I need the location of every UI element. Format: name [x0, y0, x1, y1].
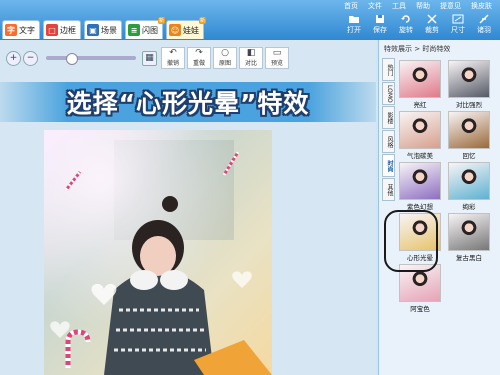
preview-label: 预览 — [270, 60, 283, 67]
save-button[interactable]: 保存 — [370, 14, 390, 35]
resize-icon — [452, 14, 464, 24]
tab-text[interactable]: 字 文字 — [2, 20, 40, 39]
tab-doll[interactable]: ☺ 娃娃 新 — [166, 17, 206, 39]
tab-hot[interactable]: 热门 — [382, 58, 395, 81]
instruction-banner: 选择“心形光晕”特效 — [0, 82, 376, 122]
main-toolbar: 打开 保存 旋转 裁剪 尺寸 诸羽 — [344, 14, 494, 35]
scene-tab-icon: ▣ — [87, 24, 99, 36]
effect-label: 阿宝色 — [410, 305, 430, 313]
tab-frame[interactable]: □ 边框 — [43, 20, 81, 39]
effects-grid: 亮红 对比强烈 气泡碳美 回忆 紫色幻想 绚彩 心形光晕 复古黑白 阿宝色 — [398, 60, 494, 313]
text-tab-icon: 字 — [5, 24, 17, 36]
compare-icon: ◧ — [246, 48, 256, 58]
open-folder-icon — [349, 16, 359, 23]
feather-button[interactable]: 诸羽 — [474, 14, 494, 35]
rotate-label: 旋转 — [399, 26, 413, 34]
effect-label: 绚彩 — [462, 203, 476, 211]
menu-home[interactable]: 首页 — [344, 1, 358, 11]
zoom-out-button[interactable]: − — [23, 50, 38, 66]
new-badge: 新 — [198, 17, 206, 24]
effect-thumbnail — [399, 111, 441, 149]
tab-flash-label: 闪图 — [142, 25, 158, 35]
effect-high-contrast[interactable]: 对比强烈 — [447, 60, 491, 109]
effect-purple-fantasy[interactable]: 紫色幻想 — [398, 162, 442, 211]
rotate-icon — [401, 15, 410, 23]
tab-text-label: 文字 — [19, 25, 35, 35]
doll-tab-icon: ☺ — [169, 24, 181, 36]
open-label: 打开 — [347, 26, 361, 34]
effect-thumbnail — [399, 162, 441, 200]
flash-tab-icon: ≡ — [128, 24, 140, 36]
tab-doll-label: 娃娃 — [183, 25, 199, 35]
crop-icon — [427, 14, 437, 24]
effect-bubble[interactable]: 气泡碳美 — [398, 111, 442, 160]
original-button[interactable]: ○ 原图 — [213, 47, 237, 69]
effect-thumbnail — [448, 111, 490, 149]
feather-icon — [479, 14, 489, 24]
effect-label: 回忆 — [462, 152, 476, 160]
redo-button[interactable]: ↷ 重做 — [187, 47, 211, 69]
menu-skin[interactable]: 换皮肤 — [471, 1, 492, 11]
tab-scene[interactable]: ▣ 场景 — [84, 20, 122, 39]
tab-other[interactable]: 其他 — [382, 178, 395, 201]
menu-tools[interactable]: 工具 — [392, 1, 406, 11]
compare-button[interactable]: ◧ 对比 — [239, 47, 263, 69]
menu-feedback[interactable]: 提意见 — [440, 1, 461, 11]
tab-studio[interactable]: 影楼 — [382, 106, 395, 129]
undo-label: 撤销 — [166, 60, 179, 67]
open-button[interactable]: 打开 — [344, 14, 364, 35]
new-badge: 新 — [157, 17, 165, 24]
original-label: 原图 — [218, 60, 231, 67]
resize-label: 尺寸 — [451, 26, 465, 34]
original-icon: ○ — [221, 48, 229, 58]
menu-help[interactable]: 帮助 — [416, 1, 430, 11]
selection-highlight — [384, 210, 438, 272]
edit-toolbar: + − ▦ ↶ 撤销 ↷ 重做 ○ 原图 ◧ 对比 ▭ 预览 — [6, 46, 372, 70]
preview-button[interactable]: ▭ 预览 — [265, 47, 289, 69]
effect-label: 气泡碳美 — [407, 152, 433, 160]
feature-tabs: 字 文字 □ 边框 ▣ 场景 ≡ 闪图 新 ☺ 娃娃 新 — [2, 17, 206, 39]
resize-button[interactable]: 尺寸 — [448, 14, 468, 35]
effect-thumbnail — [448, 60, 490, 98]
crop-button[interactable]: 裁剪 — [422, 14, 442, 35]
zoom-slider[interactable] — [46, 53, 136, 65]
undo-button[interactable]: ↶ 撤销 — [161, 47, 185, 69]
zoom-in-button[interactable]: + — [6, 50, 21, 66]
zoom-slider-knob[interactable] — [66, 53, 78, 65]
effect-label: 对比强烈 — [456, 101, 482, 109]
effect-thumbnail — [399, 60, 441, 98]
tab-frame-label: 边框 — [60, 25, 76, 35]
breadcrumb: 特效展示 > 时尚特效 — [384, 45, 451, 53]
redo-icon: ↷ — [195, 48, 203, 58]
effect-label: 亮红 — [413, 101, 427, 109]
save-icon — [376, 15, 384, 23]
preview-icon: ▭ — [272, 48, 282, 58]
frame-tab-icon: □ — [46, 24, 58, 36]
tab-scene-label: 场景 — [101, 25, 117, 35]
effect-label: 复古黑白 — [456, 254, 482, 262]
effect-colorful[interactable]: 绚彩 — [447, 162, 491, 211]
compare-label: 对比 — [244, 60, 257, 67]
effect-thumbnail — [448, 213, 490, 251]
menu-file[interactable]: 文件 — [368, 1, 382, 11]
effect-bright-red[interactable]: 亮红 — [398, 60, 442, 109]
redo-label: 重做 — [192, 60, 205, 67]
feather-label: 诸羽 — [477, 26, 491, 34]
effect-thumbnail — [448, 162, 490, 200]
crop-label: 裁剪 — [425, 26, 439, 34]
instruction-text: 选择“心形光晕”特效 — [66, 89, 310, 118]
effect-retro-bw[interactable]: 复古黑白 — [447, 213, 491, 262]
tab-fashion[interactable]: 时尚 — [382, 154, 395, 177]
tab-lomo[interactable]: LOMO — [382, 82, 395, 105]
save-label: 保存 — [373, 26, 387, 34]
rotate-button[interactable]: 旋转 — [396, 14, 416, 35]
tab-style[interactable]: 风格 — [382, 130, 395, 153]
edited-photo — [44, 130, 272, 375]
fit-icon[interactable]: ▦ — [142, 50, 157, 66]
effect-category-tabs: 热门 LOMO 影楼 风格 时尚 其他 — [382, 58, 395, 202]
undo-icon: ↶ — [169, 48, 177, 58]
top-menu: 首页 文件 工具 帮助 提意见 换皮肤 — [344, 1, 492, 11]
tab-flash[interactable]: ≡ 闪图 新 — [125, 17, 165, 39]
effect-memory[interactable]: 回忆 — [447, 111, 491, 160]
